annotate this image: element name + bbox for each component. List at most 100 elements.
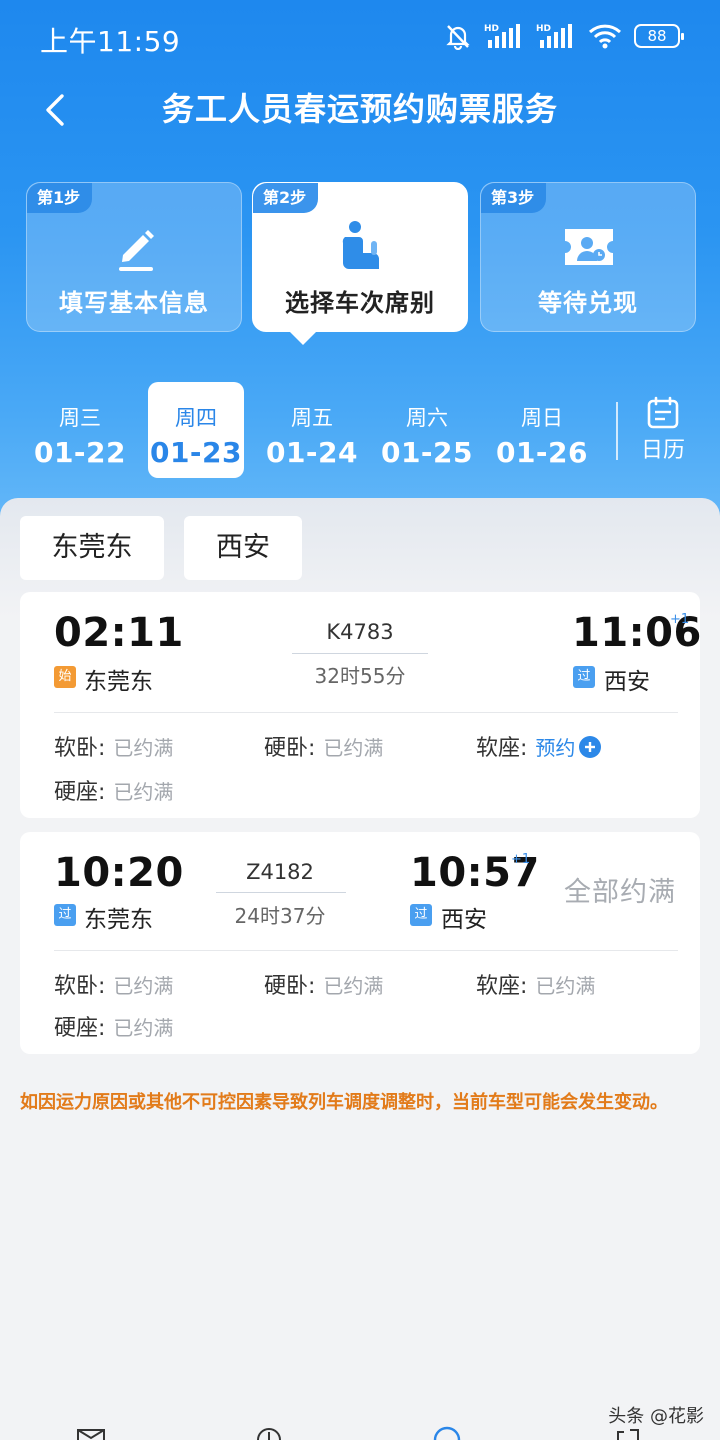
status-icons: HD HD 88 (444, 22, 684, 50)
seat-type: 软卧: (54, 736, 106, 761)
card-divider (54, 712, 678, 713)
pass-station-tag: 过 (54, 904, 76, 926)
route-line (292, 653, 428, 654)
seat-hard-seat: 硬座: 已约满 (54, 1010, 173, 1042)
step-3: 第3步 等待兑现 (480, 182, 696, 332)
seat-type: 硬卧: (264, 736, 316, 761)
battery-icon: 88 (634, 24, 684, 48)
date-week: 周五 (291, 406, 333, 430)
next-day-mark: +1 (670, 612, 690, 627)
seat-status: 已约满 (323, 736, 384, 760)
date-day: 01-24 (265, 436, 359, 469)
train-number: K4783 (326, 620, 394, 644)
depart-station: 东莞东 (84, 907, 153, 933)
seat-type: 软座: (476, 974, 528, 999)
arrive-station: 西安 (441, 907, 487, 933)
seat-status: 已约满 (113, 736, 174, 760)
date-week: 周三 (59, 406, 101, 430)
date-tab-0122[interactable]: 周三 01-22 (32, 382, 128, 478)
seat-hard-seat: 硬座: 已约满 (54, 774, 173, 806)
train-card-z4182[interactable]: 10:20 过 东莞东 Z4182 24时37分 10:57 +1 过 西安 全… (20, 832, 700, 1054)
date-week: 周四 (175, 406, 217, 430)
next-day-mark: +1 (511, 852, 531, 867)
date-tab-0125[interactable]: 周六 01-25 (379, 382, 475, 478)
date-week: 周六 (406, 406, 448, 430)
seat-hard-sleeper: 硬卧: 已约满 (264, 968, 383, 1000)
card-divider (54, 950, 678, 951)
date-divider (616, 402, 618, 460)
arrive-station: 西安 (604, 669, 650, 695)
status-bar: 上午11:59 HD HD 88 (0, 0, 720, 76)
wifi-icon (588, 24, 622, 49)
date-week: 周日 (521, 406, 563, 430)
seat-type: 硬座: (54, 1016, 106, 1041)
depart-time: 02:11 (54, 610, 184, 656)
mail-icon[interactable] (76, 1426, 106, 1440)
home-icon[interactable] (432, 1426, 462, 1440)
signal-icon: HD (484, 24, 520, 48)
calendar-icon (647, 396, 679, 429)
train-number: Z4182 (246, 860, 314, 884)
date-tab-0124[interactable]: 周五 01-24 (264, 382, 360, 478)
book-link[interactable]: 预约 (535, 736, 575, 760)
seat-soft-seat: 软座: 已约满 (476, 968, 595, 1000)
add-circle-icon[interactable] (579, 736, 602, 758)
seat-soft-seat[interactable]: 软座: 预约 (476, 730, 602, 762)
history-icon[interactable] (254, 1426, 284, 1440)
seat-soft-sleeper: 软卧: 已约满 (54, 730, 173, 762)
depart-station: 东莞东 (84, 669, 153, 695)
seat-status: 已约满 (113, 780, 174, 804)
to-station-chip[interactable]: 西安 (184, 516, 302, 580)
date-day: 01-25 (380, 436, 474, 469)
seat-type: 硬卧: (264, 974, 316, 999)
sold-out-label: 全部约满 (564, 877, 676, 908)
date-tab-0126[interactable]: 周日 01-26 (494, 382, 590, 478)
start-station-tag: 始 (54, 666, 76, 688)
watermark: 头条 @花影 (608, 1406, 704, 1427)
pencil-icon (119, 230, 154, 271)
ticket-icon (565, 229, 613, 265)
route-line (216, 892, 346, 893)
from-station-chip[interactable]: 东莞东 (20, 516, 164, 580)
seat-status: 已约满 (535, 974, 596, 998)
mute-bell-icon (446, 25, 470, 50)
train-card-k4783[interactable]: 02:11 始 东莞东 K4783 32时55分 11:06 +1 过 西安 软… (20, 592, 701, 818)
seat-type: 硬座: (54, 780, 106, 805)
calendar-button[interactable]: 日历 (630, 396, 696, 466)
step-1: 第1步 填写基本信息 (26, 182, 242, 332)
seat-type: 软卧: (54, 974, 106, 999)
profile-icon[interactable] (612, 1426, 642, 1440)
date-day: 01-23 (149, 436, 243, 469)
pass-station-tag: 过 (573, 666, 595, 688)
svg-text:HD: HD (536, 24, 551, 34)
step-label: 等待兑现 (538, 289, 638, 317)
calendar-label: 日历 (640, 438, 685, 463)
pass-station-tag: 过 (410, 904, 432, 926)
duration: 24时37分 (234, 904, 326, 928)
date-day: 01-26 (495, 436, 589, 469)
step-badge: 第1步 (27, 183, 93, 213)
status-time: 上午11:59 (40, 25, 181, 58)
notice-text: 如因运力原因或其他不可控因素导致列车调度调整时，当前车型可能会发生变动。 (20, 1092, 668, 1113)
step-label: 填写基本信息 (59, 289, 209, 317)
seat-hard-sleeper: 硬卧: 已约满 (264, 730, 383, 762)
depart-time: 10:20 (54, 850, 184, 896)
duration: 32时55分 (314, 664, 406, 688)
signal-icon-2: HD (536, 24, 572, 48)
step-2: 第2步 选择车次席别 (252, 182, 468, 345)
seat-soft-sleeper: 软卧: 已约满 (54, 968, 173, 1000)
date-tab-0123[interactable]: 周四 01-23 (148, 382, 244, 478)
seat-status: 已约满 (323, 974, 384, 998)
seat-status: 已约满 (113, 974, 174, 998)
step-badge: 第2步 (253, 183, 319, 213)
step-badge: 第3步 (481, 183, 547, 213)
seat-status: 已约满 (113, 1016, 174, 1040)
seat-icon (342, 221, 379, 269)
svg-text:HD: HD (484, 24, 499, 34)
seat-type: 软座: (476, 736, 528, 761)
back-button[interactable] (34, 86, 82, 134)
step-label: 选择车次席别 (285, 289, 435, 317)
date-day: 01-22 (33, 436, 127, 469)
page-title: 务工人员春运预约购票服务 (161, 90, 558, 128)
chevron-left-icon (46, 94, 64, 126)
